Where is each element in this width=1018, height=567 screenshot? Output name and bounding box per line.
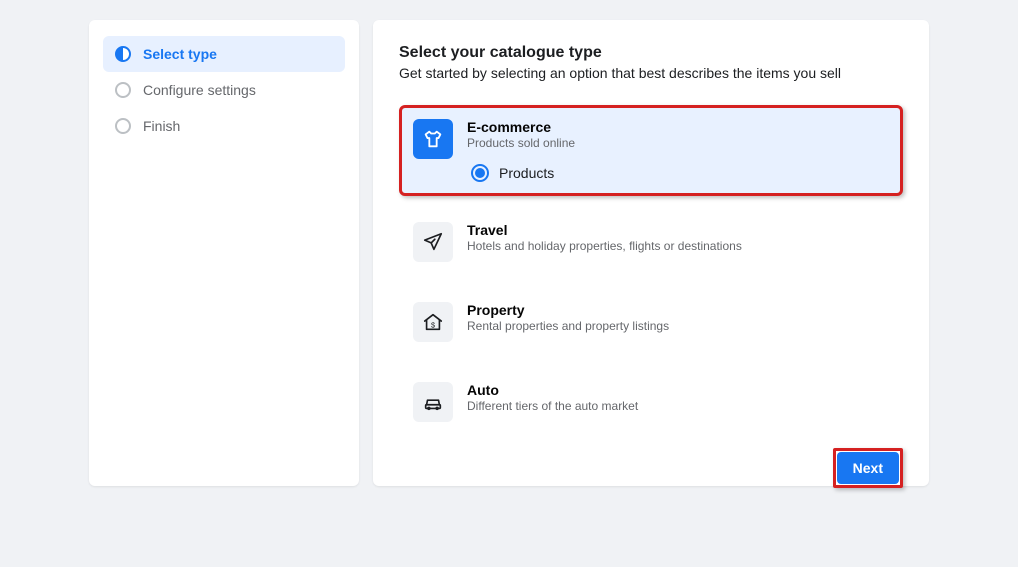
page-title: Select your catalogue type bbox=[399, 44, 903, 62]
option-auto[interactable]: Auto Different tiers of the auto market bbox=[399, 368, 903, 436]
next-button[interactable]: Next bbox=[837, 452, 899, 484]
main-panel: Select your catalogue type Get started b… bbox=[373, 20, 929, 486]
sub-option-products[interactable]: Products bbox=[467, 164, 889, 182]
option-body: E-commerce Products sold online Products bbox=[467, 119, 889, 182]
wizard-sidebar: Select type Configure settings Finish bbox=[89, 20, 359, 486]
option-body: Property Rental properties and property … bbox=[467, 302, 889, 333]
step-label: Finish bbox=[143, 118, 180, 134]
house-dollar-icon: $ bbox=[413, 302, 453, 342]
svg-text:$: $ bbox=[431, 321, 435, 330]
step-indicator-icon bbox=[115, 82, 131, 98]
tshirt-icon bbox=[413, 119, 453, 159]
step-configure-settings[interactable]: Configure settings bbox=[103, 72, 345, 108]
airplane-icon bbox=[413, 222, 453, 262]
step-finish[interactable]: Finish bbox=[103, 108, 345, 144]
next-button-highlight: Next bbox=[833, 448, 903, 488]
option-desc: Hotels and holiday properties, flights o… bbox=[467, 239, 889, 253]
option-title: Auto bbox=[467, 382, 889, 398]
sub-option-label: Products bbox=[499, 165, 554, 181]
option-body: Auto Different tiers of the auto market bbox=[467, 382, 889, 413]
step-label: Configure settings bbox=[143, 82, 256, 98]
option-desc: Products sold online bbox=[467, 136, 889, 150]
option-property[interactable]: $ Property Rental properties and propert… bbox=[399, 288, 903, 356]
step-label: Select type bbox=[143, 46, 217, 62]
footer: Next bbox=[399, 448, 903, 488]
option-title: Property bbox=[467, 302, 889, 318]
option-body: Travel Hotels and holiday properties, fl… bbox=[467, 222, 889, 253]
car-icon bbox=[413, 382, 453, 422]
page-subtitle: Get started by selecting an option that … bbox=[399, 65, 903, 81]
step-select-type[interactable]: Select type bbox=[103, 36, 345, 72]
option-desc: Different tiers of the auto market bbox=[467, 399, 889, 413]
step-indicator-icon bbox=[115, 46, 131, 62]
option-title: Travel bbox=[467, 222, 889, 238]
option-ecommerce[interactable]: E-commerce Products sold online Products bbox=[399, 105, 903, 196]
step-indicator-icon bbox=[115, 118, 131, 134]
option-travel[interactable]: Travel Hotels and holiday properties, fl… bbox=[399, 208, 903, 276]
option-desc: Rental properties and property listings bbox=[467, 319, 889, 333]
option-title: E-commerce bbox=[467, 119, 889, 135]
radio-icon bbox=[471, 164, 489, 182]
